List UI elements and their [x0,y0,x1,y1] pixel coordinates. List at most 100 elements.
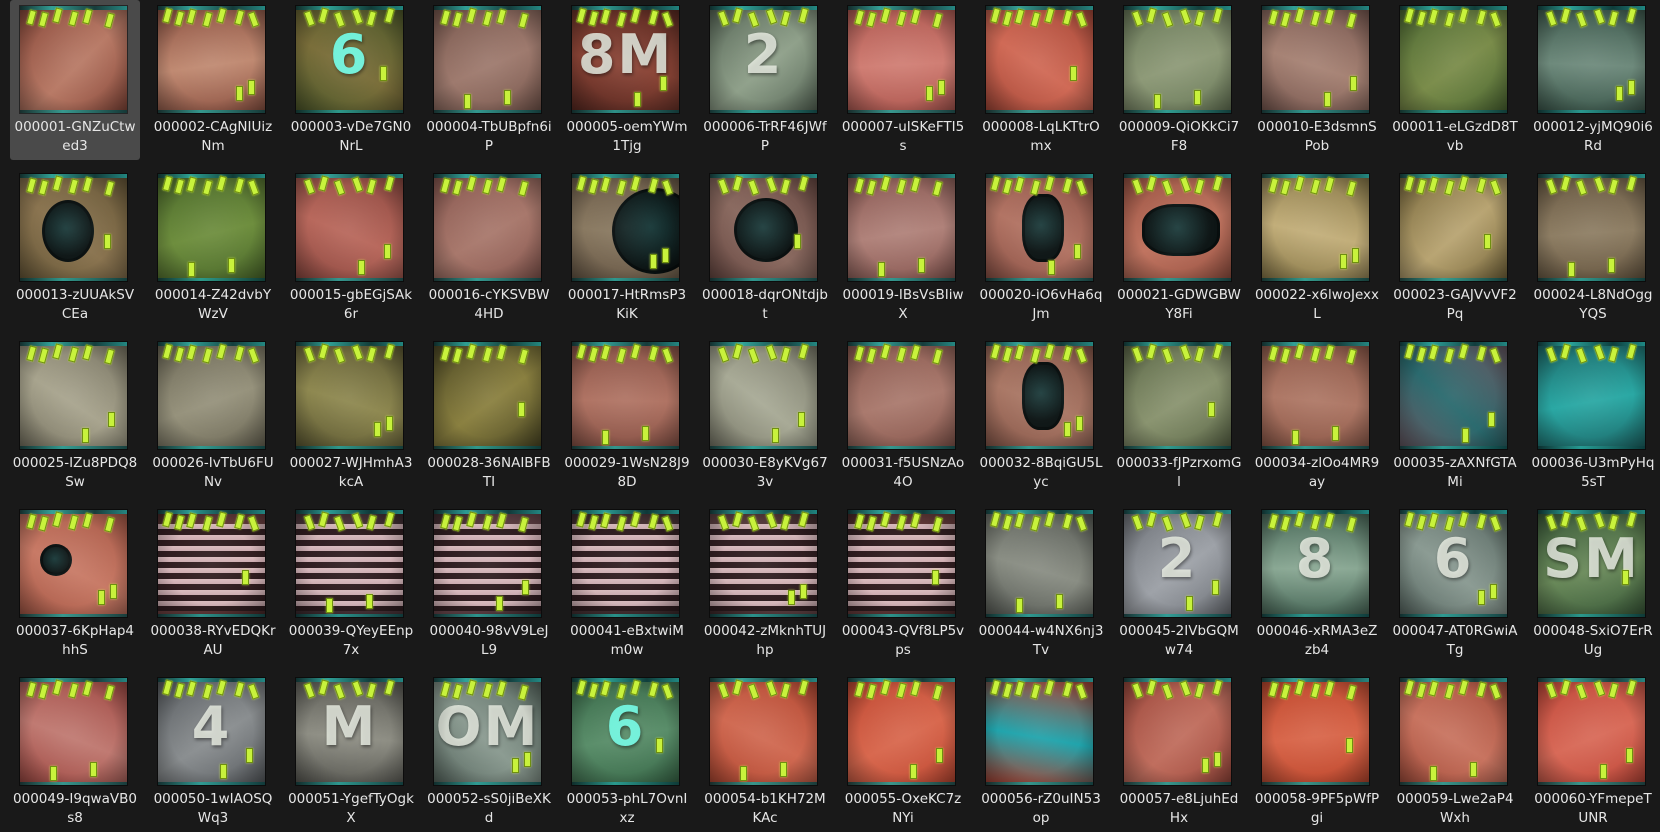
marker-tag [496,596,503,611]
file-item[interactable]: 000034-zIOo4MR9ay [1252,336,1382,496]
file-item[interactable]: 000014-Z42dvbYWzV [148,168,278,328]
file-item[interactable]: 000028-36NAIBFBTI [424,336,554,496]
file-name: 000045-2IVbGQMw74 [1119,623,1239,658]
file-name: 000012-yjMQ90i6Rd [1533,119,1653,154]
file-item[interactable]: 8 000046-xRMA3eZzb4 [1252,504,1382,664]
file-item[interactable]: 000038-RYvEDQKrAU [148,504,278,664]
lens-rim [1400,6,1507,10]
file-item[interactable]: 000030-E8yKVg673v [700,336,830,496]
file-item[interactable]: 000044-w4NX6nj3Tv [976,504,1106,664]
file-item[interactable]: 000036-U3mPyHq5sT [1528,336,1658,496]
file-name: 000036-U3mPyHq5sT [1531,455,1655,490]
file-item[interactable]: 000056-rZ0uIN53op [976,672,1106,832]
file-item[interactable]: 000037-6KpHap4hhS [10,504,140,664]
file-item[interactable]: 000059-Lwe2aP4Wxh [1390,672,1520,832]
file-item[interactable]: 000019-IBsVsBIiwX [838,168,968,328]
file-item[interactable]: 000031-f5USNzAo4O [838,336,968,496]
file-item[interactable]: 000026-IvTbU6FUNv [148,336,278,496]
file-item[interactable]: 000008-LqLKTtrOmx [976,0,1106,160]
file-thumbnail: 6 [1400,510,1507,617]
file-item[interactable]: 000054-b1KH72MKAc [700,672,830,832]
file-item[interactable]: 000058-9PF5pWfPgi [1252,672,1382,832]
file-item[interactable]: 000022-x6lwoJexxL [1252,168,1382,328]
file-item[interactable]: 000002-CAgNIUizNm [148,0,278,160]
file-item[interactable]: 000035-zAXNfGTAMi [1390,336,1520,496]
file-item[interactable]: 000010-E3dsmnSPob [1252,0,1382,160]
lens-rim [848,446,955,449]
lens-rim [1124,446,1231,449]
file-item[interactable]: 000060-YFmepeTUNR [1528,672,1658,832]
file-item[interactable]: 000027-WJHmhA3kcA [286,336,416,496]
file-item[interactable]: 000039-QYeyEEnp7x [286,504,416,664]
file-item[interactable]: 000001-GNZuCtwed3 [10,0,140,160]
file-thumbnail [158,342,265,449]
marker-tag [246,748,253,763]
file-item[interactable]: 000041-eBxtwiMm0w [562,504,692,664]
file-item[interactable]: 2 000006-TrRF46JWfP [700,0,830,160]
file-item[interactable]: 000033-fJPzrxomGl [1114,336,1244,496]
file-item[interactable]: 4 000050-1wIAOSQWq3 [148,672,278,832]
file-item[interactable]: 000023-GAJVvVF2Pq [1390,168,1520,328]
marker-tag [926,86,933,101]
file-item[interactable]: 000018-dqrONtdjbt [700,168,830,328]
file-item[interactable]: M 000051-YgefTyOgkX [286,672,416,832]
lens-rim [710,110,817,113]
file-name: 000054-b1KH72MKAc [704,791,826,826]
file-item[interactable]: OM 000052-sS0jiBeXKd [424,672,554,832]
marker-tag [1352,248,1359,263]
file-item[interactable]: 000007-uISKeFTI5s [838,0,968,160]
file-item[interactable]: 6 000003-vDe7GN0NrL [286,0,416,160]
file-item[interactable]: 000024-L8NdOggYQS [1528,168,1658,328]
marker-tag [108,412,115,427]
file-item[interactable]: 000004-TbUBpfn6iP [424,0,554,160]
file-item[interactable]: 000015-gbEGjSAk6r [286,168,416,328]
file-item[interactable]: 000040-98vV9LeJL9 [424,504,554,664]
file-item[interactable]: 8M 000005-oemYWm1Tjg [562,0,692,160]
file-item[interactable]: 000029-1WsN28J98D [562,336,692,496]
file-item[interactable]: 000011-eLGzdD8Tvb [1390,0,1520,160]
file-thumbnail [158,510,265,617]
marker-tag [50,766,57,781]
file-item[interactable]: 000009-QiOKkCi7F8 [1114,0,1244,160]
file-name: 000033-fJPzrxomGl [1116,455,1242,490]
file-item[interactable]: 000032-8BqiGU5Lyc [976,336,1106,496]
file-item[interactable]: 000057-e8LjuhEdHx [1114,672,1244,832]
marker-tag [1608,258,1615,273]
file-item[interactable]: 000017-HtRmsP3KiK [562,168,692,328]
file-item[interactable]: 000020-iO6vHa6qJm [976,168,1106,328]
lens-rim [1262,342,1369,346]
file-item[interactable]: 6 000053-phL7OvnIxz [562,672,692,832]
file-name: 000013-zUUAkSVCEa [15,287,135,322]
lens-rim [434,614,541,617]
marker-tag [1484,234,1491,249]
file-name: 000020-iO6vHa6qJm [979,287,1103,322]
lens-rim [572,782,679,785]
lens-rim [296,614,403,617]
file-item[interactable]: 6 000047-AT0RGwiATg [1390,504,1520,664]
file-thumbnail: SM [1538,510,1645,617]
file-item[interactable]: 000025-IZu8PDQ8Sw [10,336,140,496]
lens-rim [1400,174,1507,178]
lens-rim [20,510,127,514]
file-item[interactable]: 000055-OxeKC7zNYi [838,672,968,832]
file-item[interactable]: 2 000045-2IVbGQMw74 [1114,504,1244,664]
marker-tag [1430,766,1437,781]
lens-rim [986,6,1093,10]
file-thumbnail [1124,6,1231,113]
file-item[interactable]: 000021-GDWGBWY8Fi [1114,168,1244,328]
file-name: 000022-x6lwoJexxL [1254,287,1380,322]
file-name: 000030-E8yKVg673v [702,455,828,490]
file-thumbnail: 6 [296,6,403,113]
file-grid: 000001-GNZuCtwed3 000002-CAgNIUizNm 6 00000… [0,0,1660,830]
file-item[interactable]: SM 000048-SxiO7ErRUg [1528,504,1658,664]
file-item[interactable]: 000042-zMknhTUJhp [700,504,830,664]
lens-rim [434,446,541,449]
file-item[interactable]: 000049-I9qwaVB0s8 [10,672,140,832]
file-item[interactable]: 000012-yjMQ90i6Rd [1528,0,1658,160]
file-thumbnail [1262,678,1369,785]
file-item[interactable]: 000013-zUUAkSVCEa [10,168,140,328]
file-thumbnail [710,174,817,281]
file-item[interactable]: 000043-QVf8LP5vps [838,504,968,664]
lens-rim [434,278,541,281]
file-item[interactable]: 000016-cYKSVBW4HD [424,168,554,328]
